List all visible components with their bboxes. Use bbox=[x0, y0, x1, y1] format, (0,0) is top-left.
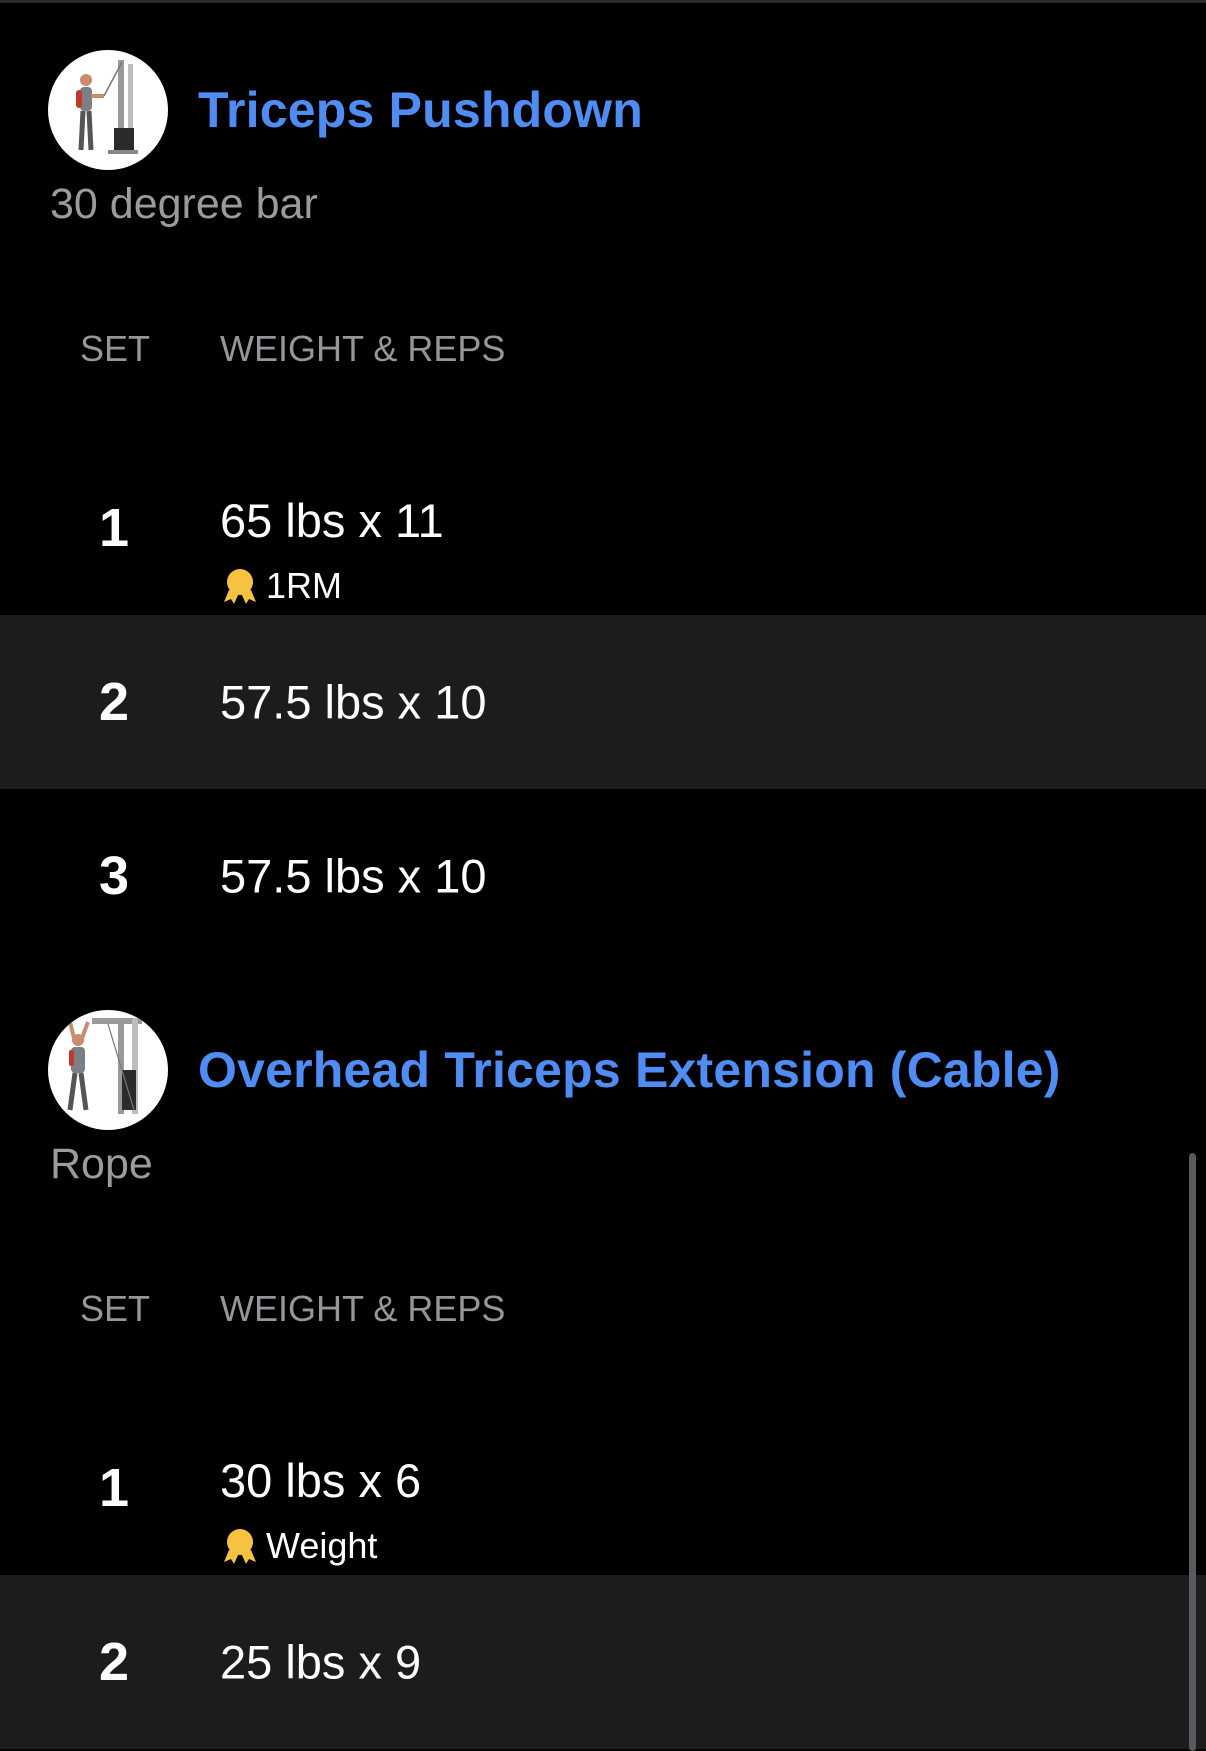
cable-pushdown-illustration-icon bbox=[76, 60, 138, 154]
set-number: 1 bbox=[98, 1458, 130, 1518]
set-weight-reps: 57.5 lbs x 10 bbox=[220, 675, 487, 729]
exercise-thumbnail[interactable] bbox=[48, 50, 168, 170]
exercise-note: 30 degree bar bbox=[50, 180, 318, 228]
set-weight-reps: 30 lbs x 6 bbox=[220, 1454, 422, 1507]
set-row: 3 57.5 lbs x 10 bbox=[0, 789, 1206, 963]
weight-reps-column-header: WEIGHT & REPS bbox=[220, 1288, 506, 1329]
record-badge: Weight bbox=[220, 1525, 377, 1567]
exercise-note: Rope bbox=[50, 1140, 153, 1188]
set-weight-reps: 65 lbs x 11 bbox=[220, 494, 444, 547]
set-number: 2 bbox=[98, 672, 130, 732]
vertical-scrollbar[interactable] bbox=[1189, 1153, 1196, 1751]
set-column-header: SET bbox=[80, 1288, 151, 1329]
award-medal-icon bbox=[224, 1529, 256, 1564]
record-badge-label: 1RM bbox=[266, 565, 343, 606]
exercise-thumbnail[interactable] bbox=[48, 1010, 168, 1130]
set-number: 1 bbox=[98, 498, 130, 558]
record-badge: 1RM bbox=[220, 565, 342, 607]
weight-reps-column-header: WEIGHT & REPS bbox=[220, 328, 506, 369]
set-row: 1 65 lbs x 11 1RM bbox=[0, 441, 1206, 615]
set-row: 2 25 lbs x 9 bbox=[0, 1575, 1206, 1749]
set-number: 3 bbox=[98, 846, 130, 906]
set-number: 2 bbox=[98, 1632, 130, 1692]
award-medal-icon bbox=[224, 569, 256, 604]
set-weight-reps: 25 lbs x 9 bbox=[220, 1635, 422, 1689]
exercise-header[interactable]: Overhead Triceps Extension (Cable) bbox=[48, 1010, 1061, 1130]
top-divider bbox=[0, 0, 1206, 3]
set-row: 1 30 lbs x 6 Weight bbox=[0, 1401, 1206, 1575]
exercise-title[interactable]: Triceps Pushdown bbox=[198, 81, 643, 139]
exercise-header[interactable]: Triceps Pushdown bbox=[48, 50, 643, 170]
record-badge-label: Weight bbox=[266, 1525, 378, 1566]
set-row: 2 57.5 lbs x 10 bbox=[0, 615, 1206, 789]
set-column-header: SET bbox=[80, 328, 151, 369]
exercise-title[interactable]: Overhead Triceps Extension (Cable) bbox=[198, 1041, 1061, 1099]
overhead-cable-extension-illustration-icon bbox=[67, 1018, 142, 1114]
set-weight-reps: 57.5 lbs x 10 bbox=[220, 849, 487, 903]
